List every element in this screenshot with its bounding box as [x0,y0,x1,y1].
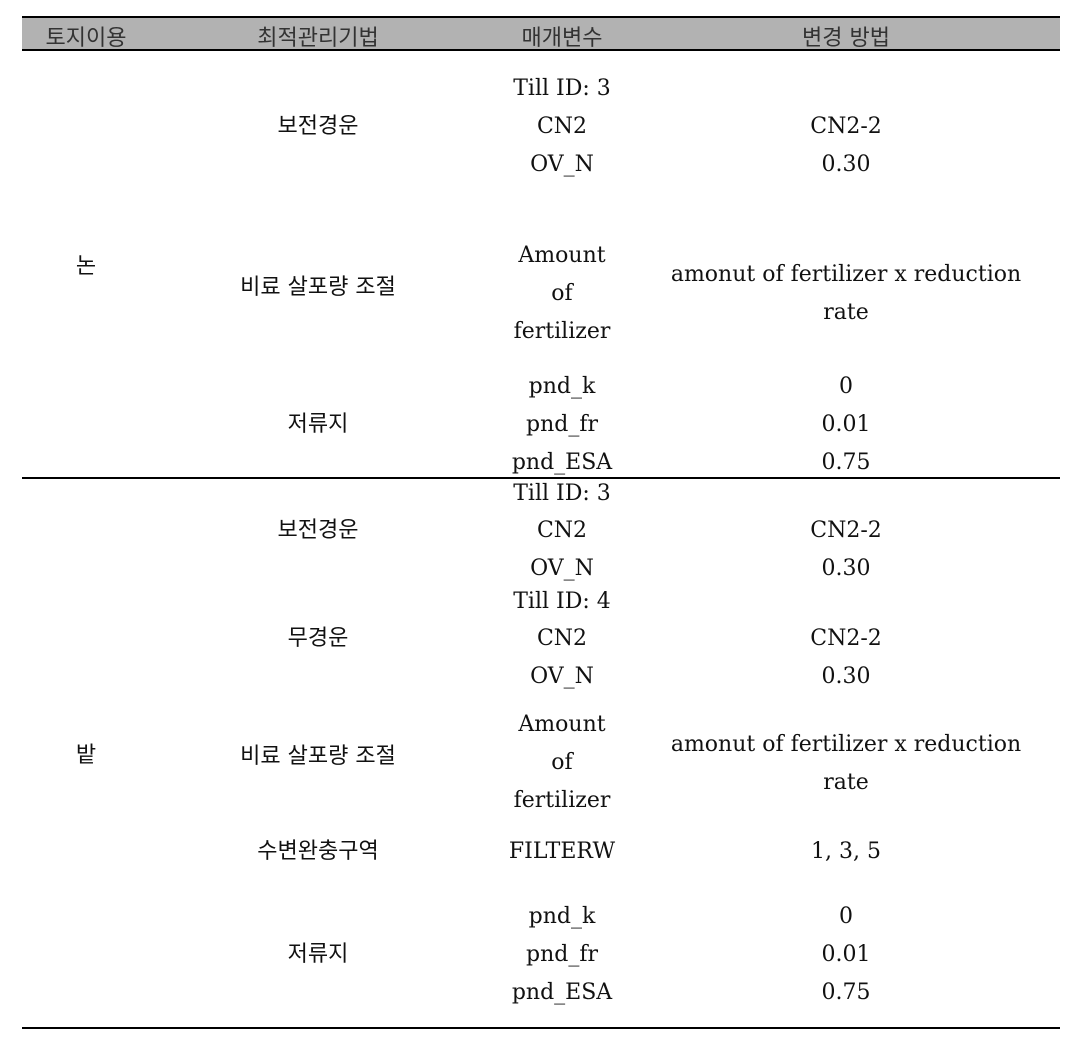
practice-detention-pond: 저류지 [287,942,349,967]
method-pnd-k: 0 [839,374,853,399]
param-pnd-k: pnd_k [528,904,596,929]
param-pnd-esa: pnd_ESA [511,980,613,1005]
param-fertilizer-amount: Amount of fertilizer [513,243,611,344]
bmp-parameter-table: 토지이용 최적관리기법 매개변수 변경 방법 [22,16,1060,51]
param-cn2: CN2 [536,626,588,651]
param-cn2: CN2 [536,518,588,543]
param-ov-n: OV_N [530,664,594,689]
method-pnd-esa: 0.75 [821,980,871,1005]
param-pnd-fr: pnd_fr [526,412,598,437]
method-cn2: CN2-2 [810,114,882,139]
practice-conservation-tillage: 보전경운 [277,518,359,543]
method-pnd-fr: 0.01 [821,412,871,437]
practice-detention-pond: 저류지 [287,412,349,437]
param-ov-n: OV_N [530,556,594,581]
practice-riparian-buffer: 수변완충구역 [257,839,379,864]
practice-fertilizer-control: 비료 살포량 조절 [240,744,396,769]
group-divider [22,477,1060,479]
param-till-id: Till ID: 4 [513,589,611,614]
table-bottom-rule [22,1027,1060,1029]
method-ov-n: 0.30 [821,556,871,581]
header-bmp: 최적관리기법 [257,26,379,51]
table-header: 토지이용 최적관리기법 매개변수 변경 방법 [22,16,1060,51]
practice-no-tillage: 무경운 [287,626,349,651]
method-ov-n: 0.30 [821,664,871,689]
header-land-use: 토지이용 [45,26,127,51]
param-pnd-fr: pnd_fr [526,942,598,967]
method-ov-n: 0.30 [821,152,871,177]
land-use-paddy: 논 [75,254,97,279]
param-filterw: FILTERW [508,839,616,864]
param-fertilizer-amount: Amount of fertilizer [513,712,611,813]
method-cn2: CN2-2 [810,626,882,651]
header-change-method: 변경 방법 [802,26,890,51]
method-pnd-esa: 0.75 [821,450,871,475]
practice-conservation-tillage: 보전경운 [277,114,359,139]
method-fertilizer: amonut of fertilizer x reduction rate [670,732,1022,795]
method-cn2: CN2-2 [810,518,882,543]
land-use-upland: 밭 [75,743,97,768]
method-filterw: 1, 3, 5 [811,839,881,864]
param-ov-n: OV_N [530,152,594,177]
practice-fertilizer-control: 비료 살포량 조절 [240,275,396,300]
header-parameter: 매개변수 [521,26,603,51]
param-till-id: Till ID: 3 [513,76,611,101]
param-cn2: CN2 [536,114,588,139]
method-pnd-k: 0 [839,904,853,929]
param-pnd-k: pnd_k [528,374,596,399]
method-pnd-fr: 0.01 [821,942,871,967]
method-fertilizer: amonut of fertilizer x reduction rate [670,262,1022,325]
param-till-id: Till ID: 3 [513,481,611,506]
param-pnd-esa: pnd_ESA [511,450,613,475]
